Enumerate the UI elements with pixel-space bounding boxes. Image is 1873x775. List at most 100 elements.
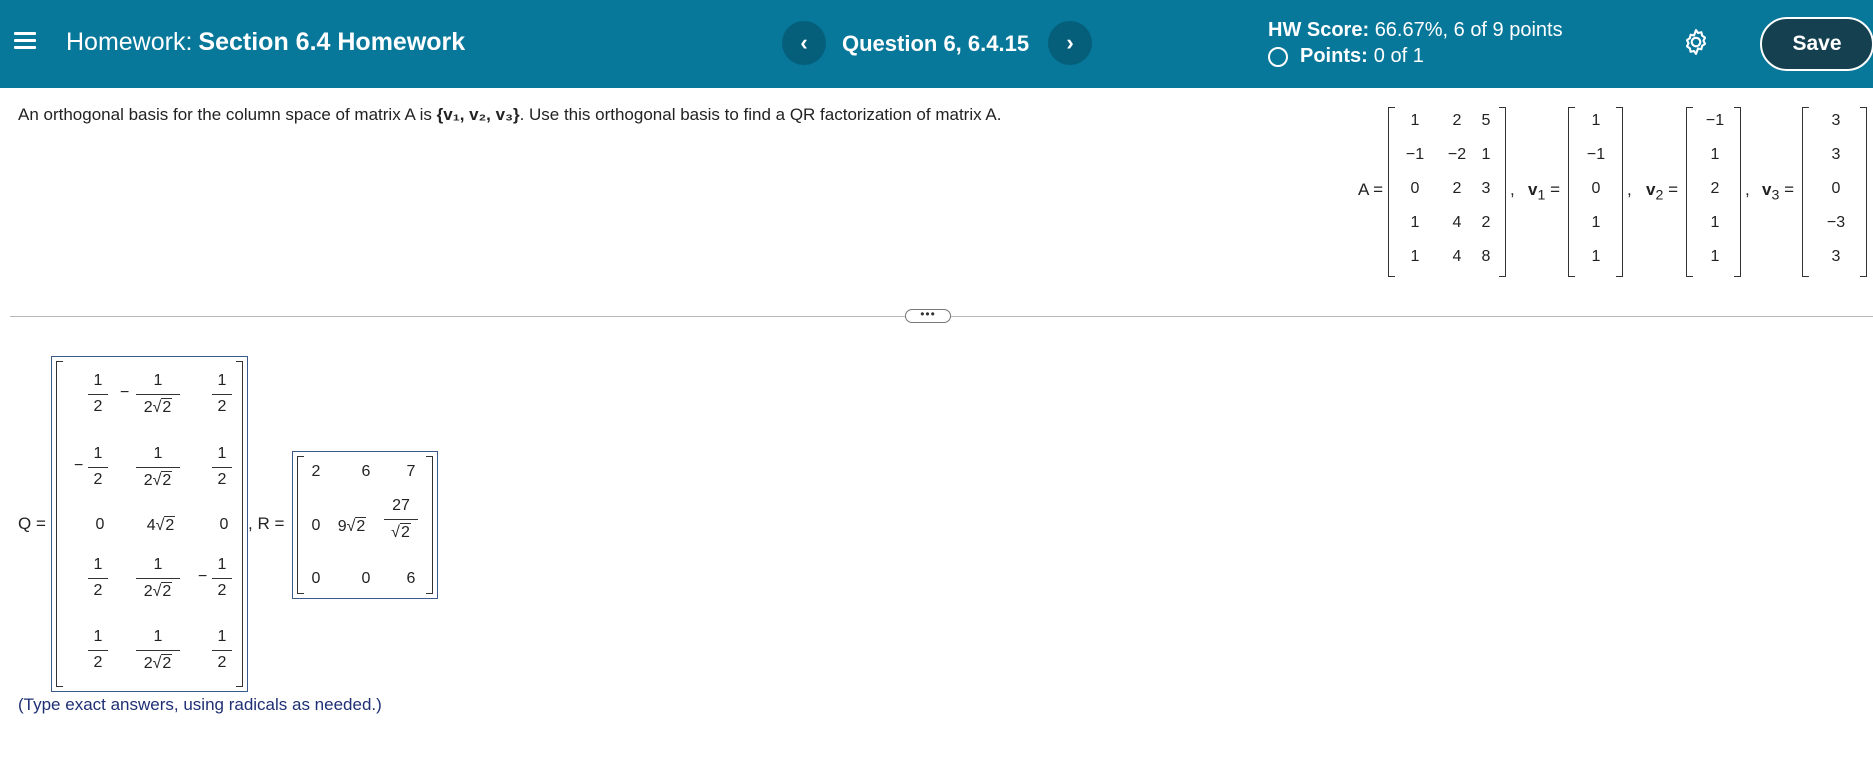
matrix-a-cell: −2 — [1447, 146, 1467, 163]
q-matrix-entry: 0 — [219, 516, 229, 533]
vector-entry: −3 — [1826, 214, 1846, 231]
q-matrix-entry: 12 — [212, 445, 232, 489]
q-matrix-entry: 12 — [88, 556, 108, 600]
matrix-a-cell: 8 — [1481, 248, 1491, 265]
r-matrix-entry: 27 √2 — [384, 497, 418, 542]
vector-entry: 1 — [1710, 248, 1720, 265]
hw-score: HW Score: 66.67%, 6 of 9 points — [1268, 19, 1563, 42]
r-left-bracket — [297, 456, 304, 594]
matrix-a-label: A = — [1358, 180, 1384, 199]
r-matrix-entry: 0 — [311, 517, 321, 534]
vector-entry: 3 — [1831, 248, 1841, 265]
r-right-bracket — [426, 456, 433, 594]
q-matrix-entry: 12 — [88, 628, 108, 672]
matrix-a-cell: 0 — [1410, 180, 1420, 197]
answer-hint: (Type exact answers, using radicals as n… — [18, 695, 382, 714]
matrix-a-cell: 3 — [1481, 180, 1491, 197]
matrix-a-right-bracket — [1499, 107, 1506, 277]
q-matrix-entry: 0 — [95, 516, 105, 533]
matrix-a-cell: 1 — [1481, 146, 1491, 163]
basis-set: {v₁, v₂, v₃} — [436, 105, 520, 124]
next-question-button[interactable]: › — [1048, 21, 1092, 65]
q-matrix-entry: 1 2√2 — [136, 628, 180, 673]
q-matrix-entry: 4√2 — [146, 516, 176, 534]
v1-left-bracket — [1568, 107, 1575, 277]
menu-icon[interactable] — [14, 28, 36, 58]
divider-handle[interactable]: ••• — [905, 308, 951, 323]
vector-entry: 2 — [1710, 180, 1720, 197]
q-matrix-entry: 1 2√2 — [136, 556, 180, 601]
question-text: An orthogonal basis for the column space… — [18, 105, 1001, 125]
r-matrix-entry: 7 — [406, 463, 416, 480]
question-prefix: An orthogonal basis for the column space… — [18, 105, 432, 124]
vector-entry: −1 — [1705, 112, 1725, 129]
vector-entry: −1 — [1586, 146, 1606, 163]
hw-score-value: 66.67%, 6 of 9 points — [1374, 19, 1563, 41]
v3-right-bracket — [1860, 107, 1867, 277]
hw-score-label: HW Score: — [1268, 19, 1370, 41]
r-matrix-entry: 6 — [361, 463, 371, 480]
q-label: Q = — [18, 514, 46, 533]
question-label: Question 6, 6.4.15 — [842, 31, 1030, 56]
r-matrix-entry: 6 — [406, 570, 416, 587]
points: Points: 0 of 1 — [1268, 45, 1424, 68]
q-matrix-entry: 12 — [212, 372, 232, 416]
matrix-a-cell: 2 — [1452, 112, 1462, 129]
points-value: 0 of 1 — [1373, 45, 1424, 67]
vector-entry: 1 — [1591, 248, 1601, 265]
matrix-a-cell: −1 — [1405, 146, 1425, 163]
minus-sign: − — [74, 457, 84, 474]
r-label: , R = — [248, 514, 285, 533]
vector-entry: 1 — [1591, 214, 1601, 231]
gear-icon[interactable] — [1681, 27, 1711, 57]
r-matrix-entry: 0 — [311, 570, 321, 587]
v1-right-bracket — [1616, 107, 1623, 277]
matrix-a-cell: 1 — [1410, 214, 1420, 231]
vector-entry: 3 — [1831, 112, 1841, 129]
v1-label: v1 = — [1528, 180, 1561, 204]
v2-left-bracket — [1686, 107, 1693, 277]
vector-entry: 0 — [1831, 180, 1841, 197]
v3-left-bracket — [1802, 107, 1809, 277]
comma-3: , — [1745, 180, 1750, 199]
vector-entry: 1 — [1591, 112, 1601, 129]
r-matrix-entry: 2 — [311, 463, 321, 480]
q-matrix-entry: 1 2√2 — [136, 445, 180, 490]
r-matrix-entry: 0 — [361, 570, 371, 587]
matrix-a-cell: 1 — [1410, 112, 1420, 129]
q-matrix-entry: 12 — [212, 556, 232, 600]
previous-question-button[interactable]: ‹ — [782, 21, 826, 65]
matrix-a-cell: 2 — [1481, 214, 1491, 231]
points-label: Points: — [1300, 45, 1368, 67]
vector-entry: 0 — [1591, 180, 1601, 197]
q-right-bracket — [236, 361, 243, 687]
points-status-icon — [1268, 46, 1288, 67]
q-matrix-entry: 12 — [88, 372, 108, 416]
homework-title-value: Section 6.4 Homework — [198, 28, 466, 56]
matrix-a-cell: 2 — [1452, 180, 1462, 197]
homework-title: Homework: Section 6.4 Homework — [66, 28, 465, 57]
minus-sign: − — [198, 568, 208, 585]
top-bar: Homework: Section 6.4 Homework ‹ Question… — [0, 0, 1873, 88]
save-button[interactable]: Save — [1760, 17, 1873, 71]
comma-2: , — [1627, 180, 1632, 199]
v3-label: v3 = — [1762, 180, 1795, 204]
question-suffix: . Use this orthogonal basis to find a QR… — [519, 105, 1002, 124]
q-matrix-entry: 12 — [88, 445, 108, 489]
matrix-a-cell: 4 — [1452, 214, 1462, 231]
r-matrix-entry: 9√2 — [337, 517, 367, 535]
vector-entry: 1 — [1710, 214, 1720, 231]
homework-title-label: Homework: — [66, 28, 193, 56]
matrix-a-cell: 1 — [1410, 248, 1420, 265]
vector-entry: 1 — [1710, 146, 1720, 163]
minus-sign: − — [120, 384, 130, 401]
matrix-a-cell: 5 — [1481, 112, 1491, 129]
vector-entry: 3 — [1831, 146, 1841, 163]
q-matrix-entry: 1 2√2 — [136, 372, 180, 417]
comma-1: , — [1510, 180, 1515, 199]
matrix-a-left-bracket — [1388, 107, 1395, 277]
q-left-bracket — [56, 361, 63, 687]
q-matrix-entry: 12 — [212, 628, 232, 672]
matrix-a-cell: 4 — [1452, 248, 1462, 265]
v2-label: v2 = — [1646, 180, 1679, 204]
